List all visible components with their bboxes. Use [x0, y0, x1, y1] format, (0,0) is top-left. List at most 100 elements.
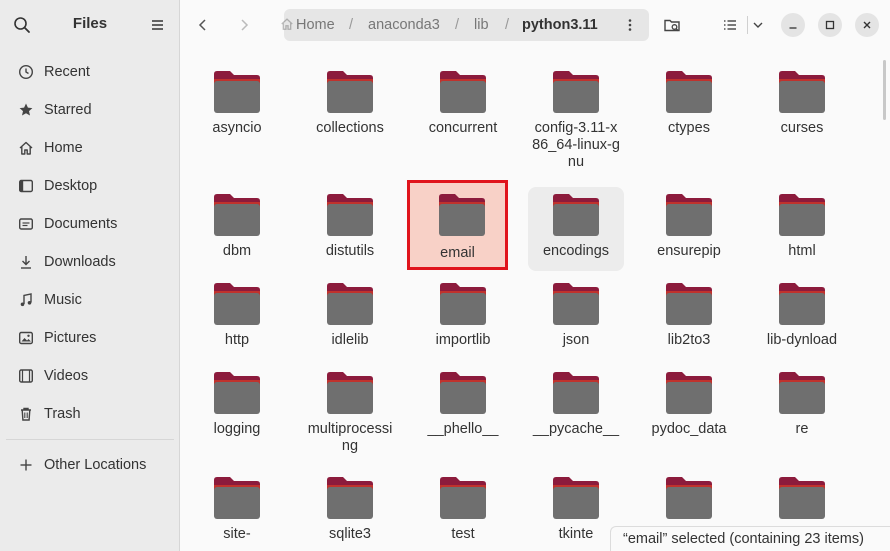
folder-item[interactable]: html — [754, 187, 850, 267]
folder-label: html — [788, 243, 816, 259]
folder-item[interactable]: re — [754, 365, 850, 445]
breadcrumb-home[interactable]: Home — [296, 9, 335, 41]
back-button[interactable] — [190, 12, 216, 38]
maximize-icon — [825, 20, 835, 30]
folder-item[interactable]: config-3.11-x86_64-linux-gnu — [528, 64, 624, 170]
folder-label: json — [562, 332, 590, 348]
hamburger-icon — [152, 20, 163, 30]
search-folder-button[interactable] — [659, 12, 685, 38]
list-view-icon — [724, 20, 736, 30]
folder-icon — [214, 71, 260, 113]
sidebar-item-downloads[interactable]: Downloads — [6, 245, 174, 279]
breadcrumb-anaconda3[interactable]: anaconda3 — [368, 9, 440, 41]
folder-item[interactable]: __pycache__ — [528, 365, 624, 445]
folder-item[interactable]: multiprocessing — [302, 365, 398, 454]
folder-item[interactable]: http — [189, 276, 285, 356]
sidebar-item-label: Home — [44, 140, 83, 156]
sidebar-item-videos[interactable]: Videos — [6, 359, 174, 393]
folder-label: ctypes — [668, 120, 710, 136]
folder-label: dbm — [222, 243, 252, 259]
folder-item[interactable]: lib2to3 — [641, 276, 737, 356]
breadcrumb-separator: / — [349, 17, 354, 33]
sidebar-item-pictures[interactable]: Pictures — [6, 321, 174, 355]
folder-icon — [553, 194, 599, 236]
sidebar-item-desktop[interactable]: Desktop — [6, 169, 174, 203]
folder-icon — [214, 194, 260, 236]
sidebar-item-label: Recent — [44, 64, 90, 80]
folder-icon — [553, 477, 599, 519]
folder-label: sqlite3 — [329, 526, 371, 542]
folder-item[interactable]: distutils — [302, 187, 398, 267]
folder-item[interactable]: logging — [189, 365, 285, 445]
folder-item[interactable]: dbm — [189, 187, 285, 267]
chevron-right-icon — [241, 19, 249, 31]
maximize-button[interactable] — [818, 13, 842, 37]
folder-icon — [553, 71, 599, 113]
folder-item[interactable]: sqlite3 — [302, 470, 398, 550]
folder-label: multiprocessing — [307, 421, 393, 454]
scrollbar[interactable] — [883, 60, 886, 120]
path-bar: Home / anaconda3 / lib / python3.11 — [281, 9, 649, 41]
folder-label: logging — [213, 421, 261, 437]
star-icon — [18, 102, 34, 118]
folder-item[interactable]: importlib — [415, 276, 511, 356]
folder-icon — [553, 283, 599, 325]
sidebar: Files Recent Starred Home Desktop Docume… — [0, 0, 180, 551]
folder-label: lib2to3 — [667, 332, 711, 348]
clock-icon — [18, 64, 34, 80]
folder-item[interactable]: ensurepip — [641, 187, 737, 267]
folder-item[interactable]: encodings — [528, 187, 624, 271]
folder-item[interactable]: curses — [754, 64, 850, 144]
breadcrumb-lib[interactable]: lib — [474, 9, 489, 41]
home-icon — [280, 17, 294, 31]
folder-item[interactable]: site- — [189, 470, 285, 550]
forward-button[interactable] — [231, 12, 257, 38]
close-button[interactable] — [855, 13, 879, 37]
sidebar-item-starred[interactable]: Starred — [6, 93, 174, 127]
breadcrumb-separator: / — [505, 17, 510, 33]
sidebar-item-label: Documents — [44, 216, 118, 232]
breadcrumb-python[interactable]: python3.11 — [522, 9, 598, 41]
folder-item[interactable]: asyncio — [189, 64, 285, 144]
folder-icon — [666, 372, 712, 414]
folder-item[interactable]: ctypes — [641, 64, 737, 144]
sidebar-item-home[interactable]: Home — [6, 131, 174, 165]
folder-item[interactable]: json — [528, 276, 624, 356]
breadcrumb-separator: / — [455, 17, 460, 33]
folder-label: concurrent — [428, 120, 498, 136]
folder-item[interactable]: email — [407, 180, 508, 270]
folder-item[interactable]: pydoc_data — [641, 365, 737, 445]
close-icon — [863, 21, 871, 29]
sidebar-item-documents[interactable]: Documents — [6, 207, 174, 241]
vertical-dots-icon — [628, 19, 632, 31]
folder-item[interactable]: collections — [302, 64, 398, 144]
folder-icon — [214, 477, 260, 519]
folder-icon — [666, 477, 712, 519]
desktop-icon — [18, 178, 34, 194]
main-menu-button[interactable] — [146, 13, 170, 37]
folder-label: http — [224, 332, 250, 348]
folder-item[interactable]: concurrent — [415, 64, 511, 144]
video-icon — [18, 368, 34, 384]
picture-icon — [18, 330, 34, 346]
folder-icon — [779, 372, 825, 414]
folder-item[interactable]: test — [415, 470, 511, 550]
view-list-button[interactable] — [717, 12, 743, 38]
view-options-button[interactable] — [745, 12, 771, 38]
folder-icon — [666, 283, 712, 325]
folder-icon — [779, 283, 825, 325]
folder-item[interactable]: lib-dynload — [754, 276, 850, 356]
document-icon — [18, 216, 34, 232]
sidebar-item-music[interactable]: Music — [6, 283, 174, 317]
minimize-button[interactable] — [781, 13, 805, 37]
sidebar-item-trash[interactable]: Trash — [6, 397, 174, 431]
home-icon — [18, 140, 34, 156]
folder-label: idlelib — [331, 332, 369, 348]
folder-icon — [214, 283, 260, 325]
sidebar-item-other-locations[interactable]: Other Locations — [6, 448, 174, 482]
folder-item[interactable]: __phello__ — [415, 365, 511, 445]
sidebar-item-recent[interactable]: Recent — [6, 55, 174, 89]
path-menu-button[interactable] — [622, 17, 638, 33]
folder-item[interactable]: idlelib — [302, 276, 398, 356]
chevron-down-icon — [753, 22, 763, 28]
